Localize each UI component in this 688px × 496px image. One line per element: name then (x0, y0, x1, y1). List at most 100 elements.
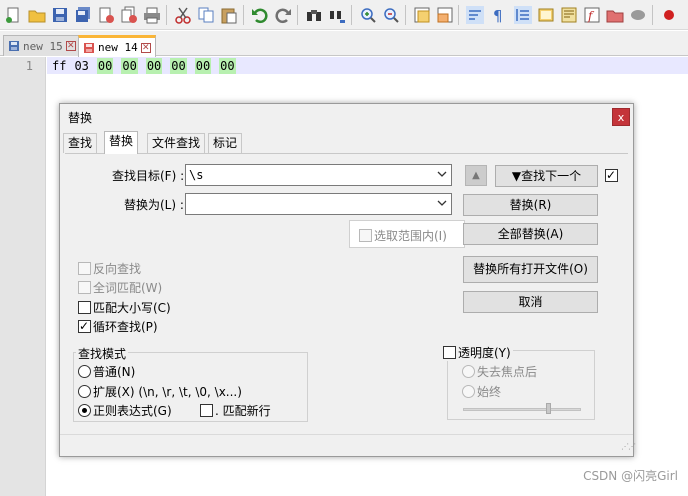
tab-replace[interactable]: 替换 (104, 131, 139, 154)
transparency-slider[interactable] (463, 408, 581, 411)
folder-workspace-icon[interactable] (606, 6, 624, 24)
tab-mark[interactable]: 标记 (208, 133, 243, 153)
tab-find[interactable]: 查找 (63, 133, 98, 153)
in-selection-checkbox[interactable]: 选取范围内(I) (359, 227, 447, 244)
tab-new-15[interactable]: new 15 ✕ (3, 35, 81, 56)
toolbar-separator (166, 5, 167, 25)
checkbox-box[interactable] (78, 281, 91, 294)
replace-button[interactable]: 替换(R) (463, 194, 598, 216)
zoom-out-icon[interactable] (382, 6, 400, 24)
function-list-icon[interactable]: f (583, 6, 601, 24)
transparency-label: 透明度(Y) (458, 346, 511, 360)
in-selection-label: 选取范围内(I) (374, 229, 447, 243)
on-lose-focus-label: 失去焦点后 (477, 365, 538, 379)
toolbar-separator (351, 5, 352, 25)
match-whole-word-checkbox[interactable]: 全词匹配(W) (78, 279, 162, 296)
save-icon[interactable] (51, 6, 69, 24)
close-all-icon[interactable] (120, 6, 138, 24)
sync-vertical-icon[interactable] (413, 6, 431, 24)
radio-circle[interactable] (462, 385, 475, 398)
toolbar-separator (652, 5, 653, 25)
zoom-in-icon[interactable] (359, 6, 377, 24)
redo-icon[interactable] (274, 6, 292, 24)
svg-text:¶: ¶ (493, 7, 503, 24)
undo-icon[interactable] (251, 6, 269, 24)
tab-label: new 15 (23, 39, 63, 53)
radio-circle[interactable] (78, 365, 91, 378)
copy-icon[interactable] (197, 6, 215, 24)
highlighted-token: 00 (145, 58, 163, 74)
text-token: ff (52, 59, 67, 73)
find-icon[interactable] (305, 6, 323, 24)
find-next-button[interactable]: ▼查找下一个 (495, 165, 598, 187)
paste-icon[interactable] (220, 6, 238, 24)
save-all-icon[interactable] (74, 6, 92, 24)
checkbox-box[interactable] (78, 301, 91, 314)
match-case-checkbox[interactable]: 匹配大小写(C) (78, 299, 171, 316)
always-radio[interactable]: 始终 (462, 383, 501, 400)
dialog-status-strip: ⋰⋰ (60, 434, 636, 456)
find-up-button[interactable]: ▲ (465, 165, 487, 186)
show-all-chars-icon[interactable]: ¶ (489, 6, 507, 24)
replace-icon[interactable] (328, 6, 346, 24)
language-icon[interactable] (537, 6, 555, 24)
replace-all-open-docs-button[interactable]: 替换所有打开文件(O) (463, 256, 598, 283)
replace-all-button[interactable]: 全部替换(A) (463, 223, 598, 245)
cut-icon[interactable] (174, 6, 192, 24)
tab-label: new 14 (98, 41, 138, 54)
find-what-combobox[interactable]: \s (185, 164, 452, 186)
print-icon[interactable] (143, 6, 161, 24)
wrap-around-checkbox[interactable]: 循环查找(P) (78, 318, 158, 335)
radio-circle[interactable] (462, 365, 475, 378)
new-file-icon[interactable] (4, 6, 22, 24)
toolbar-separator (297, 5, 298, 25)
backward-direction-checkbox[interactable]: 反向查找 (78, 260, 141, 277)
editor-line[interactable]: ff 03 00 00 00 00 00 00 (52, 58, 236, 74)
checkbox-box[interactable] (605, 167, 618, 183)
option-label: 匹配大小写(C) (93, 301, 171, 315)
open-file-icon[interactable] (28, 6, 46, 24)
checkbox-box[interactable] (78, 262, 91, 275)
mode-extended-radio[interactable]: 扩展(X) (\n, \r, \t, \0, \x...) (78, 383, 242, 400)
line-number: 1 (25, 59, 33, 73)
toolbar-separator (405, 5, 406, 25)
close-icon[interactable] (97, 6, 115, 24)
sync-horizontal-icon[interactable] (436, 6, 454, 24)
dot-matches-newline-checkbox[interactable]: . 匹配新行 (200, 402, 271, 419)
doc-map-icon[interactable] (560, 6, 578, 24)
mode-regex-radio[interactable]: 正则表达式(G) (78, 402, 172, 419)
toolbar-separator (458, 5, 459, 25)
on-lose-focus-radio[interactable]: 失去焦点后 (462, 363, 537, 380)
checkbox-box[interactable] (359, 229, 372, 242)
find-next-option-checkbox[interactable] (605, 167, 618, 183)
radio-circle[interactable] (78, 385, 91, 398)
option-label: 反向查找 (93, 262, 142, 276)
cancel-button[interactable]: 取消 (463, 291, 598, 313)
word-wrap-icon[interactable] (466, 6, 484, 24)
indent-guide-icon[interactable] (514, 6, 532, 24)
chevron-down-icon[interactable] (437, 169, 447, 179)
radio-circle[interactable] (78, 404, 91, 417)
record-macro-icon[interactable] (660, 6, 678, 24)
checkbox-box[interactable] (200, 404, 213, 417)
toolbar: ¶ f (0, 0, 688, 30)
tab-new-14[interactable]: new 14 ✕ (78, 35, 156, 57)
slider-thumb[interactable] (546, 403, 551, 414)
replace-with-combobox[interactable] (185, 193, 452, 215)
mode-normal-label: 普通(N) (93, 365, 136, 379)
tab-find-in-files[interactable]: 文件查找 (147, 133, 206, 153)
tab-close-icon[interactable]: ✕ (65, 41, 76, 51)
highlighted-token: 00 (96, 58, 114, 74)
chevron-down-icon[interactable] (437, 198, 447, 208)
tab-close-icon[interactable]: ✕ (140, 42, 151, 53)
highlighted-token: 00 (194, 58, 212, 74)
checkbox-box[interactable] (443, 346, 456, 359)
checkbox-box[interactable] (78, 318, 91, 334)
dialog-title: 替换 (68, 111, 93, 125)
monitor-icon[interactable] (629, 6, 647, 24)
resize-grip-icon[interactable]: ⋰⋰ (621, 443, 636, 454)
transparency-checkbox[interactable]: 透明度(Y) (441, 344, 513, 361)
replace-with-label: 替换为(L) : (124, 198, 184, 212)
dialog-close-button[interactable]: x (612, 108, 630, 126)
mode-normal-radio[interactable]: 普通(N) (78, 363, 135, 380)
